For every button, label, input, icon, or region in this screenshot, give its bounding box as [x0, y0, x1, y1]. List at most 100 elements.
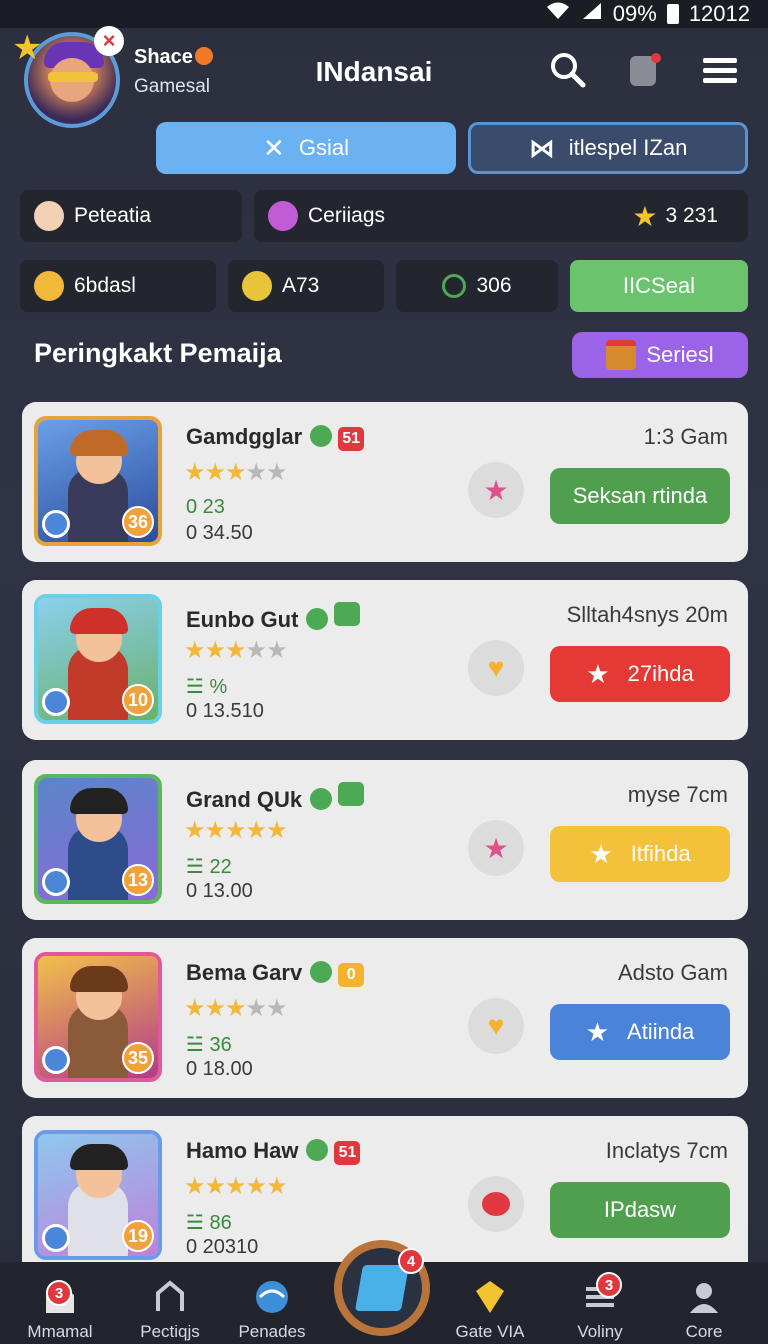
recycle-icon	[442, 274, 467, 298]
player-meta: Inclatys 7cm	[605, 1138, 728, 1163]
stat-chip-2[interactable]: A73	[228, 260, 384, 312]
player-thumbnail[interactable]: 35	[34, 952, 162, 1082]
bowtie-icon: ⋈	[528, 132, 555, 163]
profile-icon	[685, 1278, 723, 1316]
rating-stars: ★★★★★	[184, 1172, 288, 1201]
rating-star-icon: ★	[184, 637, 205, 664]
star-icon: ★	[589, 838, 613, 869]
favorite-button[interactable]	[468, 1176, 524, 1232]
player-meta: myse 7cm	[627, 782, 728, 807]
avatar-icon	[34, 201, 64, 231]
rating-star-icon: ★	[245, 459, 267, 486]
leaderboard-card[interactable]: 10 Eunbo Gut ★★★★★ ☱ % 0 13.510 Slltah4snys 2…	[22, 580, 748, 740]
player-stat-primary: ☱ 86	[186, 1212, 232, 1234]
player-tag	[334, 602, 361, 626]
nav-item-core[interactable]: Core	[654, 1262, 754, 1344]
rating-star-icon: ★	[184, 1173, 205, 1200]
card-action-button[interactable]: ★ Itfihda	[550, 826, 730, 882]
rating-star-icon: ★	[245, 637, 267, 664]
leaderboard-card[interactable]: 35 Bema Garv 0 ★★★★★ ☱ 36 0 18.00 Adsto Gam ♥ ★ A…	[22, 938, 748, 1098]
menu-icon[interactable]	[700, 50, 740, 90]
leaf-icon	[310, 788, 333, 810]
rating-star-icon: ★	[204, 817, 226, 844]
tab-itlespel[interactable]: ⋈ itlespel IZan	[468, 122, 748, 174]
stats-row: 6bdasl A73 306 IICSeal	[20, 260, 748, 312]
globe-icon	[253, 1278, 291, 1316]
leaf-icon	[306, 608, 329, 630]
nav-item-gate-via[interactable]: Gate VIA	[440, 1262, 540, 1344]
rating-star-icon: ★	[245, 817, 267, 844]
card-action-button[interactable]: IPdasw	[550, 1182, 730, 1238]
gift-icon	[606, 340, 637, 370]
player-stat-primary: ☱ 36	[186, 1034, 232, 1056]
search-icon[interactable]	[548, 50, 588, 90]
rating-stars: ★★★★★	[184, 636, 288, 665]
rating-stars: ★★★★★	[184, 458, 288, 487]
wifi-icon	[545, 1, 571, 27]
leaf-icon	[310, 425, 333, 447]
stat-chip-1[interactable]: 6bdasl	[20, 260, 216, 312]
rating-star-icon: ★	[225, 637, 246, 664]
badge-icon	[242, 271, 272, 301]
card-action-button[interactable]: Seksan rtinda	[550, 468, 730, 524]
player-thumbnail[interactable]: 10	[34, 594, 162, 724]
rating-star-icon: ★	[225, 1173, 246, 1200]
favorite-button[interactable]: ♥	[468, 998, 524, 1054]
player-tag: 51	[338, 427, 365, 451]
play-icon	[354, 1265, 410, 1311]
nav-badge-voliny: 3	[596, 1272, 622, 1298]
leaf-icon	[306, 1139, 329, 1161]
player-name: Grand QUk	[186, 782, 365, 813]
notification-icon[interactable]	[624, 50, 664, 90]
card-action-button[interactable]: ★ Atiinda	[550, 1004, 730, 1060]
rating-stars: ★★★★★	[184, 994, 288, 1023]
player-thumbnail[interactable]: 13	[34, 774, 162, 904]
rating-star-icon: ★	[245, 1173, 267, 1200]
info-chip-rankings[interactable]: Ceriiags ★ 3 231	[254, 190, 748, 242]
rating-star-icon: ★	[184, 459, 205, 486]
section-title: Peringkakt Pemaija	[34, 338, 282, 368]
close-icon: ✕	[263, 132, 285, 163]
player-meta: 1:3 Gam	[643, 424, 728, 449]
star-icon: ★	[632, 200, 658, 232]
stat-chip-action[interactable]: IICSeal	[570, 260, 748, 312]
favorite-button[interactable]: ♥	[468, 640, 524, 696]
house-outline-icon	[151, 1278, 189, 1316]
leaderboard-card[interactable]: 13 Grand QUk ★★★★★ ☱ 22 0 13.00 myse 7cm ★ ★ Itf…	[22, 760, 748, 920]
player-name: Hamo Haw 51	[186, 1138, 361, 1165]
rating-star-icon: ★	[225, 459, 246, 486]
player-stat-primary: ☱ %	[186, 676, 228, 698]
stat-chip-3[interactable]: 306	[396, 260, 558, 312]
player-tag: 51	[334, 1141, 361, 1165]
nav-item-penades[interactable]: Penades	[222, 1262, 322, 1344]
shield-icon	[34, 271, 64, 301]
star-icon: ★	[586, 658, 610, 689]
leaf-icon	[310, 961, 333, 983]
player-thumbnail[interactable]: 19	[34, 1130, 162, 1260]
favorite-button[interactable]: ★	[468, 462, 524, 518]
nav-item-pectiqjs[interactable]: Pectiqjs	[120, 1262, 220, 1344]
rating-star-icon: ★	[204, 995, 226, 1022]
player-stat-secondary: 0 13.510	[186, 700, 264, 722]
card-action-button[interactable]: ★ 27ihda	[550, 646, 730, 702]
rating-star-icon: ★	[184, 817, 205, 844]
close-icon[interactable]: ×	[94, 26, 124, 56]
rating-star-icon: ★	[225, 995, 246, 1022]
player-stat-secondary: 0 18.00	[186, 1058, 253, 1080]
player-stat-primary: 0 23	[186, 496, 225, 518]
battery-percent: 09%	[612, 1, 657, 26]
vip-icon	[471, 1278, 509, 1316]
player-thumbnail[interactable]: 36	[34, 416, 162, 546]
level-badge: 19	[122, 1220, 154, 1252]
favorite-button[interactable]: ★	[468, 820, 524, 876]
battery-icon	[666, 4, 679, 24]
info-chip-player[interactable]: Peteatia	[20, 190, 242, 242]
player-stat-secondary: 0 13.00	[186, 880, 253, 902]
rating-star-icon: ★	[184, 995, 205, 1022]
tab-gsial[interactable]: ✕ Gsial	[156, 122, 456, 174]
nav-badge-center: 4	[398, 1248, 424, 1274]
leaderboard-card[interactable]: 36 Gamdgglar 51 ★★★★★ 0 23 0 34.50 1:3 Gam ★ Sek…	[22, 402, 748, 562]
level-badge: 35	[122, 1042, 154, 1074]
info-row: Peteatia Ceriiags ★ 3 231	[20, 190, 748, 242]
series-button[interactable]: Seriesl	[572, 332, 748, 378]
